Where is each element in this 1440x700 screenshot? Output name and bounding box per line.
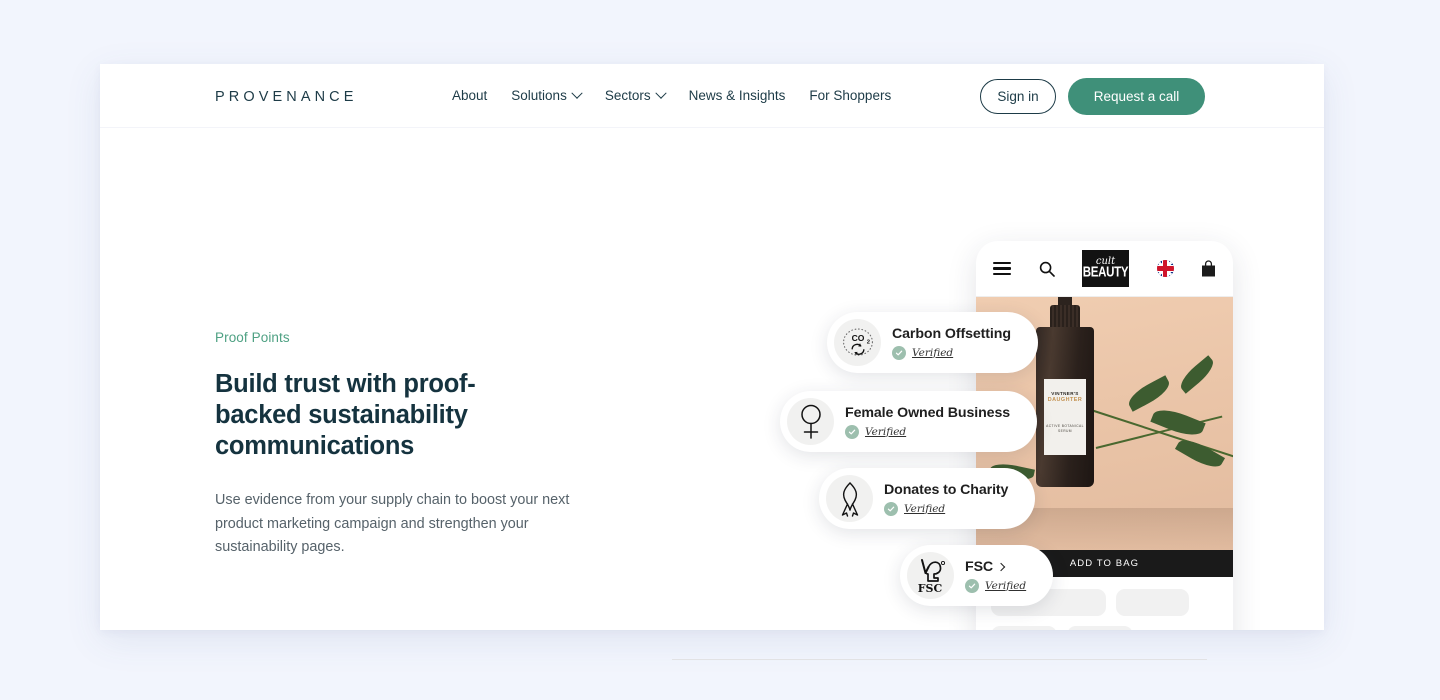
- nav-item-news-insights[interactable]: News & Insights: [689, 87, 786, 105]
- charity-ribbon-icon: [826, 475, 873, 522]
- request-a-call-button[interactable]: Request a call: [1068, 78, 1205, 115]
- check-icon: [845, 424, 859, 439]
- verified-label: Verified: [912, 346, 954, 359]
- proof-point-text: Female Owned Business Verified: [845, 405, 1030, 439]
- proof-point-text: Carbon Offsetting Verified: [892, 326, 1031, 360]
- proof-point-card-carbon-offsetting[interactable]: CO 2 Carbon Offsetting Verified: [827, 312, 1038, 373]
- svg-text:CO: CO: [851, 333, 864, 343]
- nav-item-label: About: [452, 88, 488, 103]
- hero-subtitle: Use evidence from your supply chain to b…: [215, 492, 570, 555]
- product-brand-line-1: VINTNER'S: [1051, 391, 1079, 396]
- hero-section: Proof Points Build trust with proof-back…: [100, 128, 1324, 660]
- svg-text:FSC: FSC: [917, 582, 942, 595]
- nav-item-for-shoppers[interactable]: For Shoppers: [809, 87, 891, 105]
- site-header: PROVENANCE About Solutions Sectors News …: [100, 64, 1324, 128]
- nav-item-solutions[interactable]: Solutions: [511, 87, 583, 105]
- proof-point-title-label: Donates to Charity: [884, 481, 1009, 498]
- fsc-logo-icon: FSC: [907, 552, 954, 599]
- shopping-bag-icon[interactable]: [1201, 260, 1216, 277]
- svg-text:2: 2: [866, 339, 870, 345]
- verified-label: Verified: [865, 425, 907, 438]
- check-icon: [892, 345, 906, 360]
- chevron-right-icon: [996, 562, 1006, 571]
- proof-point-title: FSC: [965, 559, 1026, 575]
- verified-badge: Verified: [884, 501, 1008, 516]
- placeholder-block: [1067, 626, 1133, 630]
- proof-point-title: Female Owned Business: [845, 405, 1010, 421]
- nav-item-label: News & Insights: [688, 88, 786, 103]
- eyebrow-label: Proof Points: [215, 330, 290, 345]
- section-divider: [672, 659, 1207, 660]
- sign-in-button[interactable]: Sign in: [980, 79, 1056, 114]
- page-title: Build trust with proof-backed sustainabi…: [215, 370, 476, 460]
- verified-label: Verified: [904, 502, 946, 515]
- proof-point-title-label: FSC: [965, 558, 994, 575]
- product-brand-line-2: DAUGHTER: [1047, 397, 1083, 403]
- nav-item-label: Solutions: [511, 88, 567, 103]
- hero-copy: Proof Points Build trust with proof-back…: [215, 330, 615, 560]
- check-icon: [965, 578, 979, 593]
- cult-beauty-logo: cult BEAUTY: [1082, 250, 1129, 287]
- verified-badge: Verified: [845, 424, 1010, 439]
- female-symbol-icon: [787, 398, 834, 445]
- store-app-bar: cult BEAUTY: [976, 241, 1233, 297]
- proof-point-title-label: Female Owned Business: [845, 404, 1011, 421]
- nav-item-label: Sectors: [604, 88, 651, 103]
- provenance-logo[interactable]: PROVENANCE: [215, 89, 358, 105]
- proof-point-card-donates-to-charity[interactable]: Donates to Charity Verified: [819, 468, 1036, 529]
- verified-label: Verified: [985, 579, 1027, 592]
- check-icon: [884, 501, 898, 516]
- carbon-offsetting-icon: CO 2: [834, 319, 881, 366]
- placeholder-block: [991, 626, 1057, 630]
- serum-bottle: VINTNER'S DAUGHTER ACTIVE BOTANICAL SERU…: [1036, 327, 1094, 487]
- chevron-down-icon: [571, 87, 583, 99]
- verified-badge: Verified: [965, 578, 1027, 593]
- proof-point-text: Donates to Charity Verified: [884, 482, 1028, 516]
- hamburger-menu-icon[interactable]: [993, 258, 1011, 278]
- nav-item-about[interactable]: About: [452, 87, 487, 105]
- header-actions: Sign in Request a call: [980, 78, 1205, 115]
- store-logo-bottom: BEAUTY: [1082, 265, 1129, 281]
- proof-point-title: Carbon Offsetting: [892, 326, 1011, 342]
- verified-badge: Verified: [892, 345, 1011, 360]
- product-mockup: cult BEAUTY VINTNER'S DAUGHTER ACTIVE BO…: [672, 128, 1324, 630]
- proof-point-title: Donates to Charity: [884, 482, 1008, 498]
- proof-point-text: FSC Verified: [965, 559, 1046, 593]
- page-card: PROVENANCE About Solutions Sectors News …: [100, 64, 1324, 660]
- nav-item-label: For Shoppers: [809, 88, 892, 103]
- proof-point-title-label: Carbon Offsetting: [892, 325, 1011, 342]
- proof-point-card-female-owned-business[interactable]: Female Owned Business Verified: [780, 391, 1038, 452]
- placeholder-block: [1116, 589, 1189, 616]
- product-description: ACTIVE BOTANICAL SERUM: [1046, 424, 1084, 433]
- uk-flag-icon[interactable]: [1156, 260, 1174, 277]
- proof-point-card-fsc[interactable]: FSC FSC Verified: [900, 545, 1054, 606]
- chevron-down-icon: [654, 87, 667, 99]
- main-navigation: About Solutions Sectors News & Insights …: [452, 87, 891, 105]
- nav-item-sectors[interactable]: Sectors: [604, 87, 667, 105]
- search-icon[interactable]: [1039, 261, 1055, 277]
- bottle-label: VINTNER'S DAUGHTER ACTIVE BOTANICAL SERU…: [1044, 379, 1086, 455]
